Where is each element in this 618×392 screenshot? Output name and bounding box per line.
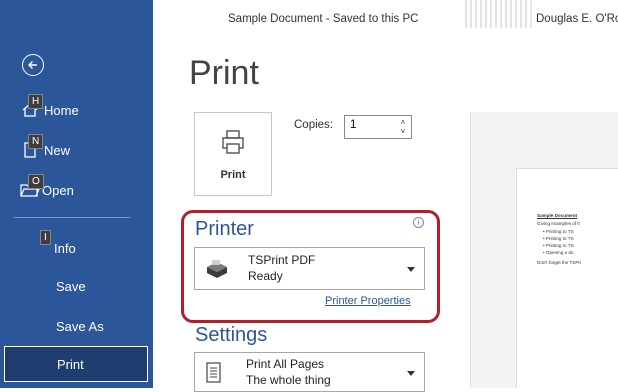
sidebar-item-label: Info bbox=[54, 240, 76, 256]
sidebar-item-save-as[interactable]: Save As bbox=[0, 308, 153, 344]
printer-status: Ready bbox=[248, 269, 283, 283]
printer-name: TSPrint PDF bbox=[248, 253, 316, 267]
printer-section-title: Printer bbox=[195, 218, 254, 240]
sidebar-item-save[interactable]: Save bbox=[0, 268, 153, 304]
keytip-open: O bbox=[28, 174, 44, 189]
sidebar-item-label: Home bbox=[44, 102, 79, 118]
spinner-arrows-icon[interactable]: ˄ ˅ bbox=[398, 118, 408, 136]
preview-bullet: • Printing to TS bbox=[543, 243, 574, 248]
sidebar-divider bbox=[14, 217, 130, 218]
print-button[interactable]: Print bbox=[194, 112, 272, 196]
preview-bullet: • Printing to TS bbox=[543, 236, 574, 241]
arrow-left-icon bbox=[28, 61, 37, 69]
printer-icon bbox=[222, 130, 244, 154]
keytip-info: I bbox=[40, 230, 51, 245]
sidebar-item-open[interactable]: O Open bbox=[0, 172, 153, 208]
info-icon[interactable]: i bbox=[413, 217, 424, 228]
sidebar-item-label: Save bbox=[56, 278, 86, 294]
settings-section-title: Settings bbox=[195, 324, 268, 346]
sidebar-item-label: Open bbox=[42, 182, 74, 198]
print-range-subtext: The whole thing bbox=[246, 373, 331, 387]
copies-value: 1 bbox=[350, 119, 357, 131]
sidebar-item-info[interactable]: I Info bbox=[0, 226, 153, 262]
chevron-down-icon bbox=[407, 266, 415, 272]
chevron-down-icon bbox=[407, 371, 415, 376]
preview-bullet: • Opening a do bbox=[543, 250, 574, 255]
sidebar-item-label: Save As bbox=[56, 318, 104, 334]
printer-dropdown[interactable]: TSPrint PDF Ready bbox=[194, 247, 425, 290]
copies-stepper[interactable]: 1 ˄ ˅ bbox=[344, 115, 412, 139]
preview-paragraph: Giving examples of h bbox=[537, 221, 580, 226]
copies-label: Copies: bbox=[294, 119, 333, 131]
keytip-home: H bbox=[28, 94, 44, 109]
user-name[interactable]: Douglas E. O'Ro bbox=[536, 13, 618, 25]
printer-device-icon bbox=[207, 260, 227, 278]
pages-icon bbox=[206, 362, 221, 383]
print-range-dropdown[interactable]: Print All Pages The whole thing bbox=[194, 352, 425, 392]
decorative-pattern bbox=[465, 0, 533, 28]
printer-properties-link[interactable]: Printer Properties bbox=[325, 295, 411, 307]
preview-bullet: • Printing to TS bbox=[543, 229, 574, 234]
backstage-sidebar: H Home N New O Open I Info Save Save As … bbox=[0, 0, 153, 388]
sidebar-item-label: Print bbox=[57, 356, 84, 372]
sidebar-item-new[interactable]: N New bbox=[0, 132, 153, 168]
keytip-new: N bbox=[28, 134, 44, 149]
preview-page: Sample Document Giving examples of h • P… bbox=[516, 168, 618, 388]
sidebar-item-print[interactable]: Print bbox=[4, 346, 148, 382]
print-range-option: Print All Pages bbox=[246, 357, 325, 371]
preview-title: Sample Document bbox=[537, 213, 578, 218]
back-button[interactable] bbox=[22, 54, 44, 76]
title-bar: Sample Document - Saved to this PC Dougl… bbox=[153, 0, 618, 48]
preview-paragraph: Don't forget the TSPri bbox=[537, 260, 581, 265]
document-title: Sample Document - Saved to this PC bbox=[228, 13, 419, 25]
sidebar-item-label: New bbox=[44, 142, 71, 158]
page-title: Print bbox=[189, 54, 259, 92]
sidebar-item-home[interactable]: H Home bbox=[0, 92, 153, 128]
print-button-label: Print bbox=[220, 169, 246, 181]
